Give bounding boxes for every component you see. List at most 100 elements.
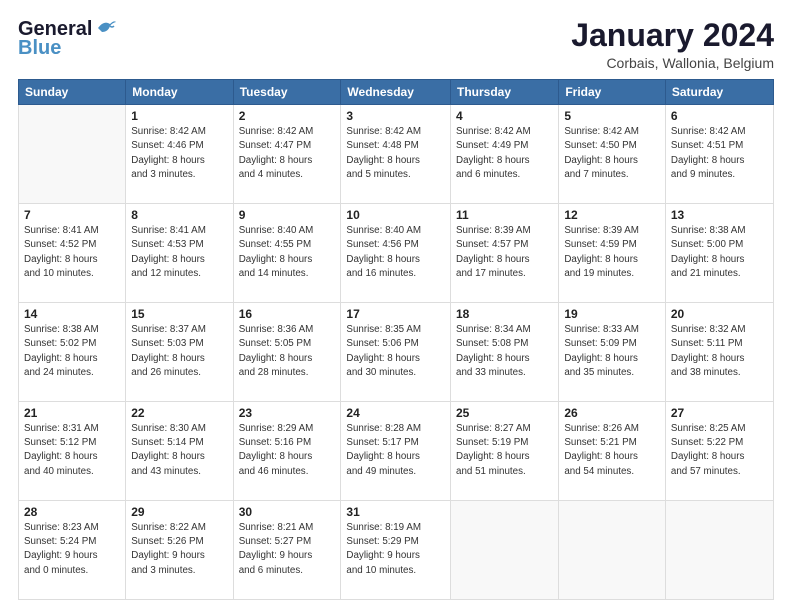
day-number: 18 — [456, 307, 553, 321]
table-row: 26Sunrise: 8:26 AMSunset: 5:21 PMDayligh… — [559, 402, 666, 501]
calendar-week-row: 1 Sunrise: 8:42 AMSunset: 4:46 PMDaylight… — [19, 105, 774, 204]
table-row: 1 Sunrise: 8:42 AMSunset: 4:46 PMDaylight… — [126, 105, 233, 204]
table-row: 12 Sunrise: 8:39 AMSunset: 4:59 PMDayligh… — [559, 204, 666, 303]
table-row: 15 Sunrise: 8:37 AMSunset: 5:03 PMDayligh… — [126, 303, 233, 402]
day-number: 5 — [564, 109, 660, 123]
day-info: Sunrise: 8:39 AMSunset: 4:57 PMDaylight:… — [456, 224, 553, 281]
day-info: Sunrise: 8:42 AMSunset: 4:49 PMDaylight:… — [456, 125, 553, 182]
day-info: Sunrise: 8:42 AMSunset: 4:51 PMDaylight:… — [671, 125, 768, 182]
day-number: 19 — [564, 307, 660, 321]
day-info: Sunrise: 8:26 AMSunset: 5:21 PMDaylight:… — [564, 422, 660, 479]
table-row — [451, 501, 559, 600]
table-row: 22 Sunrise: 8:30 AMSunset: 5:14 PMDayligh… — [126, 402, 233, 501]
day-info: Sunrise: 8:42 AMSunset: 4:48 PMDaylight:… — [346, 125, 445, 182]
day-info: Sunrise: 8:22 AMSunset: 5:26 PMDaylight:… — [131, 521, 227, 578]
day-info: Sunrise: 8:31 AMSunset: 5:12 PMDaylight:… — [24, 422, 120, 479]
logo: General Blue — [18, 18, 118, 60]
day-info: Sunrise: 8:19 AMSunset: 5:29 PMDaylight:… — [346, 521, 445, 578]
day-number: 10 — [346, 208, 445, 222]
day-info: Sunrise: 8:42 AMSunset: 4:50 PMDaylight:… — [564, 125, 660, 182]
col-monday: Monday — [126, 80, 233, 105]
day-number: 24 — [346, 406, 445, 420]
table-row: 30 Sunrise: 8:21 AMSunset: 5:27 PMDayligh… — [233, 501, 341, 600]
day-number: 23 — [239, 406, 336, 420]
table-row: 31Sunrise: 8:19 AMSunset: 5:29 PMDayligh… — [341, 501, 451, 600]
day-number: 20 — [671, 307, 768, 321]
day-info: Sunrise: 8:42 AMSunset: 4:47 PMDaylight:… — [239, 125, 336, 182]
day-info: Sunrise: 8:37 AMSunset: 5:03 PMDaylight:… — [131, 323, 227, 380]
table-row: 24 Sunrise: 8:28 AMSunset: 5:17 PMDayligh… — [341, 402, 451, 501]
table-row: 28 Sunrise: 8:23 AMSunset: 5:24 PMDayligh… — [19, 501, 126, 600]
day-number: 13 — [671, 208, 768, 222]
day-number: 11 — [456, 208, 553, 222]
day-info: Sunrise: 8:42 AMSunset: 4:46 PMDaylight:… — [131, 125, 227, 182]
day-info: Sunrise: 8:32 AMSunset: 5:11 PMDaylight:… — [671, 323, 768, 380]
day-number: 4 — [456, 109, 553, 123]
day-info: Sunrise: 8:28 AMSunset: 5:17 PMDaylight:… — [346, 422, 445, 479]
day-number: 1 — [131, 109, 227, 123]
calendar-header-row: Sunday Monday Tuesday Wednesday Thursday… — [19, 80, 774, 105]
table-row — [559, 501, 666, 600]
day-number: 14 — [24, 307, 120, 321]
day-info: Sunrise: 8:30 AMSunset: 5:14 PMDaylight:… — [131, 422, 227, 479]
table-row: 4 Sunrise: 8:42 AMSunset: 4:49 PMDaylight… — [451, 105, 559, 204]
day-number: 30 — [239, 505, 336, 519]
day-number: 6 — [671, 109, 768, 123]
day-info: Sunrise: 8:25 AMSunset: 5:22 PMDaylight:… — [671, 422, 768, 479]
day-info: Sunrise: 8:38 AMSunset: 5:00 PMDaylight:… — [671, 224, 768, 281]
table-row: 13 Sunrise: 8:38 AMSunset: 5:00 PMDayligh… — [665, 204, 773, 303]
day-info: Sunrise: 8:39 AMSunset: 4:59 PMDaylight:… — [564, 224, 660, 281]
day-info: Sunrise: 8:34 AMSunset: 5:08 PMDaylight:… — [456, 323, 553, 380]
table-row: 8 Sunrise: 8:41 AMSunset: 4:53 PMDaylight… — [126, 204, 233, 303]
calendar-week-row: 21 Sunrise: 8:31 AMSunset: 5:12 PMDayligh… — [19, 402, 774, 501]
day-number: 8 — [131, 208, 227, 222]
table-row: 6 Sunrise: 8:42 AMSunset: 4:51 PMDaylight… — [665, 105, 773, 204]
table-row: 14Sunrise: 8:38 AMSunset: 5:02 PMDayligh… — [19, 303, 126, 402]
table-row: 27 Sunrise: 8:25 AMSunset: 5:22 PMDayligh… — [665, 402, 773, 501]
calendar-week-row: 14Sunrise: 8:38 AMSunset: 5:02 PMDayligh… — [19, 303, 774, 402]
day-number: 21 — [24, 406, 120, 420]
day-info: Sunrise: 8:41 AMSunset: 4:53 PMDaylight:… — [131, 224, 227, 281]
table-row: 11 Sunrise: 8:39 AMSunset: 4:57 PMDayligh… — [451, 204, 559, 303]
table-row: 5 Sunrise: 8:42 AMSunset: 4:50 PMDaylight… — [559, 105, 666, 204]
day-info: Sunrise: 8:40 AMSunset: 4:55 PMDaylight:… — [239, 224, 336, 281]
table-row: 29Sunrise: 8:22 AMSunset: 5:26 PMDayligh… — [126, 501, 233, 600]
day-number: 17 — [346, 307, 445, 321]
day-number: 25 — [456, 406, 553, 420]
title-section: January 2024 Corbais, Wallonia, Belgium — [571, 18, 774, 71]
table-row: 16Sunrise: 8:36 AMSunset: 5:05 PMDayligh… — [233, 303, 341, 402]
table-row: 10Sunrise: 8:40 AMSunset: 4:56 PMDayligh… — [341, 204, 451, 303]
day-number: 9 — [239, 208, 336, 222]
logo-bird-icon — [96, 18, 118, 41]
day-number: 12 — [564, 208, 660, 222]
day-number: 27 — [671, 406, 768, 420]
table-row: 3 Sunrise: 8:42 AMSunset: 4:48 PMDaylight… — [341, 105, 451, 204]
month-title: January 2024 — [571, 18, 774, 53]
col-wednesday: Wednesday — [341, 80, 451, 105]
table-row: 23 Sunrise: 8:29 AMSunset: 5:16 PMDayligh… — [233, 402, 341, 501]
page: General Blue January 2024 Corbais, Wallo… — [0, 0, 792, 612]
calendar-week-row: 7Sunrise: 8:41 AMSunset: 4:52 PMDaylight… — [19, 204, 774, 303]
day-info: Sunrise: 8:21 AMSunset: 5:27 PMDaylight:… — [239, 521, 336, 578]
table-row — [19, 105, 126, 204]
calendar-week-row: 28 Sunrise: 8:23 AMSunset: 5:24 PMDayligh… — [19, 501, 774, 600]
day-number: 7 — [24, 208, 120, 222]
day-info: Sunrise: 8:35 AMSunset: 5:06 PMDaylight:… — [346, 323, 445, 380]
table-row: 20 Sunrise: 8:32 AMSunset: 5:11 PMDayligh… — [665, 303, 773, 402]
day-number: 28 — [24, 505, 120, 519]
table-row: 2Sunrise: 8:42 AMSunset: 4:47 PMDaylight… — [233, 105, 341, 204]
day-number: 3 — [346, 109, 445, 123]
col-thursday: Thursday — [451, 80, 559, 105]
day-info: Sunrise: 8:33 AMSunset: 5:09 PMDaylight:… — [564, 323, 660, 380]
calendar-table: Sunday Monday Tuesday Wednesday Thursday… — [18, 79, 774, 600]
location: Corbais, Wallonia, Belgium — [571, 55, 774, 71]
day-info: Sunrise: 8:27 AMSunset: 5:19 PMDaylight:… — [456, 422, 553, 479]
table-row: 7Sunrise: 8:41 AMSunset: 4:52 PMDaylight… — [19, 204, 126, 303]
col-friday: Friday — [559, 80, 666, 105]
table-row: 17 Sunrise: 8:35 AMSunset: 5:06 PMDayligh… — [341, 303, 451, 402]
day-info: Sunrise: 8:29 AMSunset: 5:16 PMDaylight:… — [239, 422, 336, 479]
col-tuesday: Tuesday — [233, 80, 341, 105]
day-number: 15 — [131, 307, 227, 321]
day-info: Sunrise: 8:23 AMSunset: 5:24 PMDaylight:… — [24, 521, 120, 578]
day-number: 22 — [131, 406, 227, 420]
